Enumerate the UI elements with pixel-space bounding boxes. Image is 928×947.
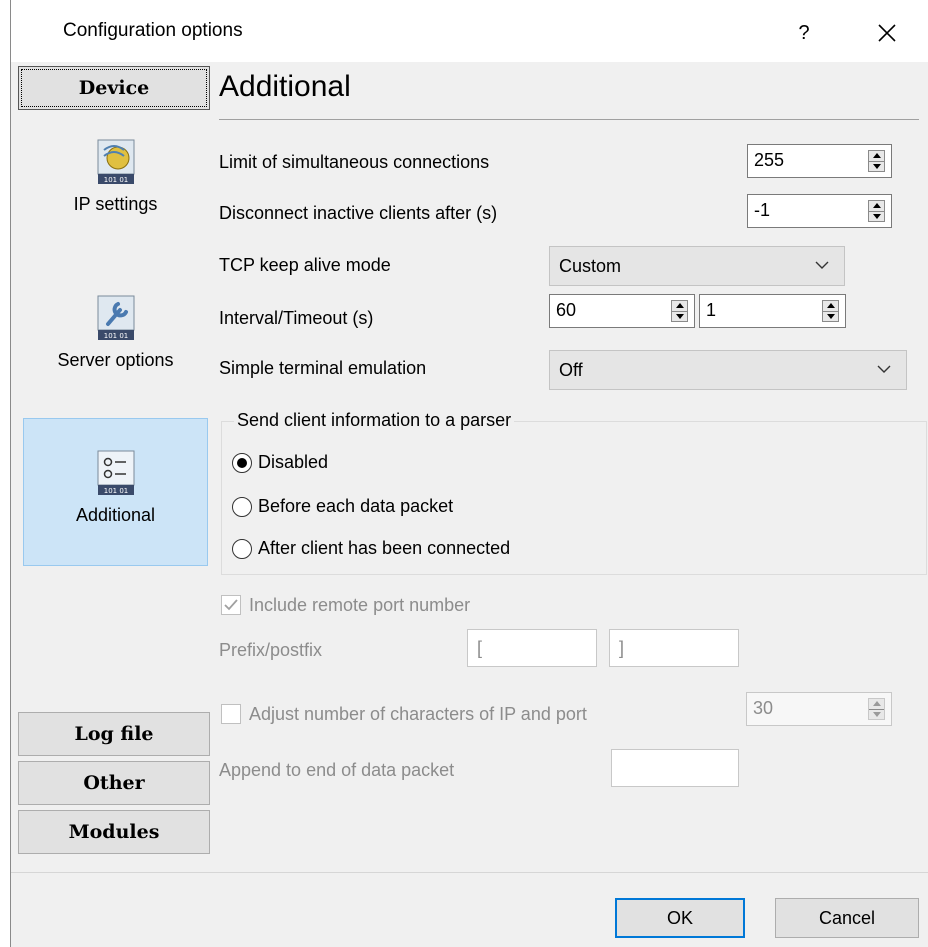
spinner-arrows-icon[interactable] xyxy=(822,300,839,322)
cancel-button[interactable]: Cancel xyxy=(775,898,919,938)
other-section-button[interactable]: Other xyxy=(18,761,210,805)
terminal-emulation-select[interactable]: Off xyxy=(549,350,907,390)
chevron-down-icon xyxy=(877,365,891,373)
close-button[interactable] xyxy=(857,10,917,56)
limit-connections-label: Limit of simultaneous connections xyxy=(219,152,490,172)
adjust-characters-checkbox[interactable] xyxy=(221,704,241,724)
radio-button[interactable] xyxy=(232,453,252,473)
prefix-input[interactable]: [ xyxy=(467,629,597,667)
sidebar-item-server-options[interactable]: 101 01 Server options xyxy=(23,294,208,404)
sidebar: Device 101 01 IP settings 101 01 Server … xyxy=(11,62,216,872)
title-bar: Configuration options ? xyxy=(11,0,928,62)
svg-text:101 01: 101 01 xyxy=(103,487,128,495)
interval-spinner[interactable]: 60 xyxy=(549,294,695,328)
window-title: Configuration options xyxy=(63,20,243,41)
radio-button[interactable] xyxy=(232,539,252,559)
modules-section-button[interactable]: Modules xyxy=(18,810,210,854)
adjust-characters-label: Adjust number of characters of IP and po… xyxy=(249,704,587,724)
ok-button[interactable]: OK xyxy=(615,898,745,938)
sidebar-item-label: IP settings xyxy=(73,194,158,214)
sidebar-item-ip-settings[interactable]: 101 01 IP settings xyxy=(23,138,208,248)
list-options-icon: 101 01 xyxy=(97,450,134,495)
close-icon xyxy=(878,24,896,42)
network-settings-icon: 101 01 xyxy=(97,139,134,184)
disconnect-inactive-label: Disconnect inactive clients after (s) xyxy=(219,203,498,223)
spinner-arrows-icon[interactable] xyxy=(671,300,688,322)
timeout-spinner[interactable]: 1 xyxy=(699,294,846,328)
page-title: Additional xyxy=(219,70,351,103)
parser-group: Send client information to a parser Disa… xyxy=(221,410,927,575)
title-divider xyxy=(219,119,919,120)
terminal-emulation-label: Simple terminal emulation xyxy=(219,358,427,378)
disconnect-inactive-spinner[interactable]: -1 xyxy=(747,194,892,228)
tcp-keepalive-select[interactable]: Custom xyxy=(549,246,845,286)
prefix-postfix-label: Prefix/postfix xyxy=(219,640,323,660)
svg-text:101 01: 101 01 xyxy=(103,332,128,340)
log-file-section-button[interactable]: Log file xyxy=(18,712,210,756)
sidebar-item-label: Server options xyxy=(57,350,174,370)
help-button[interactable]: ? xyxy=(781,10,827,56)
device-section-button[interactable]: Device xyxy=(18,66,210,110)
interval-timeout-label: Interval/Timeout (s) xyxy=(219,308,374,328)
adjust-characters-spinner[interactable]: 30 xyxy=(746,692,892,726)
include-port-checkbox[interactable] xyxy=(221,595,241,615)
sidebar-item-additional[interactable]: 101 01 Additional xyxy=(23,418,208,566)
main-panel: Additional Limit of simultaneous connect… xyxy=(219,62,928,872)
append-input[interactable] xyxy=(611,749,739,787)
spinner-arrows-icon[interactable] xyxy=(868,150,885,172)
svg-text:101 01: 101 01 xyxy=(103,176,128,184)
radio-button[interactable] xyxy=(232,497,252,517)
spinner-arrows-icon[interactable] xyxy=(868,200,885,222)
chevron-down-icon xyxy=(815,261,829,269)
footer-divider xyxy=(11,872,928,873)
include-port-label: Include remote port number xyxy=(249,595,471,615)
wrench-icon: 101 01 xyxy=(97,295,134,340)
parser-group-title: Send client information to a parser xyxy=(234,410,515,431)
checkmark-icon xyxy=(224,599,238,611)
limit-connections-spinner[interactable]: 255 xyxy=(747,144,892,178)
spinner-arrows-icon[interactable] xyxy=(868,698,885,720)
sidebar-item-label: Additional xyxy=(75,505,156,525)
postfix-input[interactable]: ] xyxy=(609,629,739,667)
tcp-keepalive-label: TCP keep alive mode xyxy=(219,255,391,275)
configuration-dialog: Configuration options ? Device 101 01 IP… xyxy=(10,0,928,947)
append-label: Append to end of data packet xyxy=(219,760,455,780)
